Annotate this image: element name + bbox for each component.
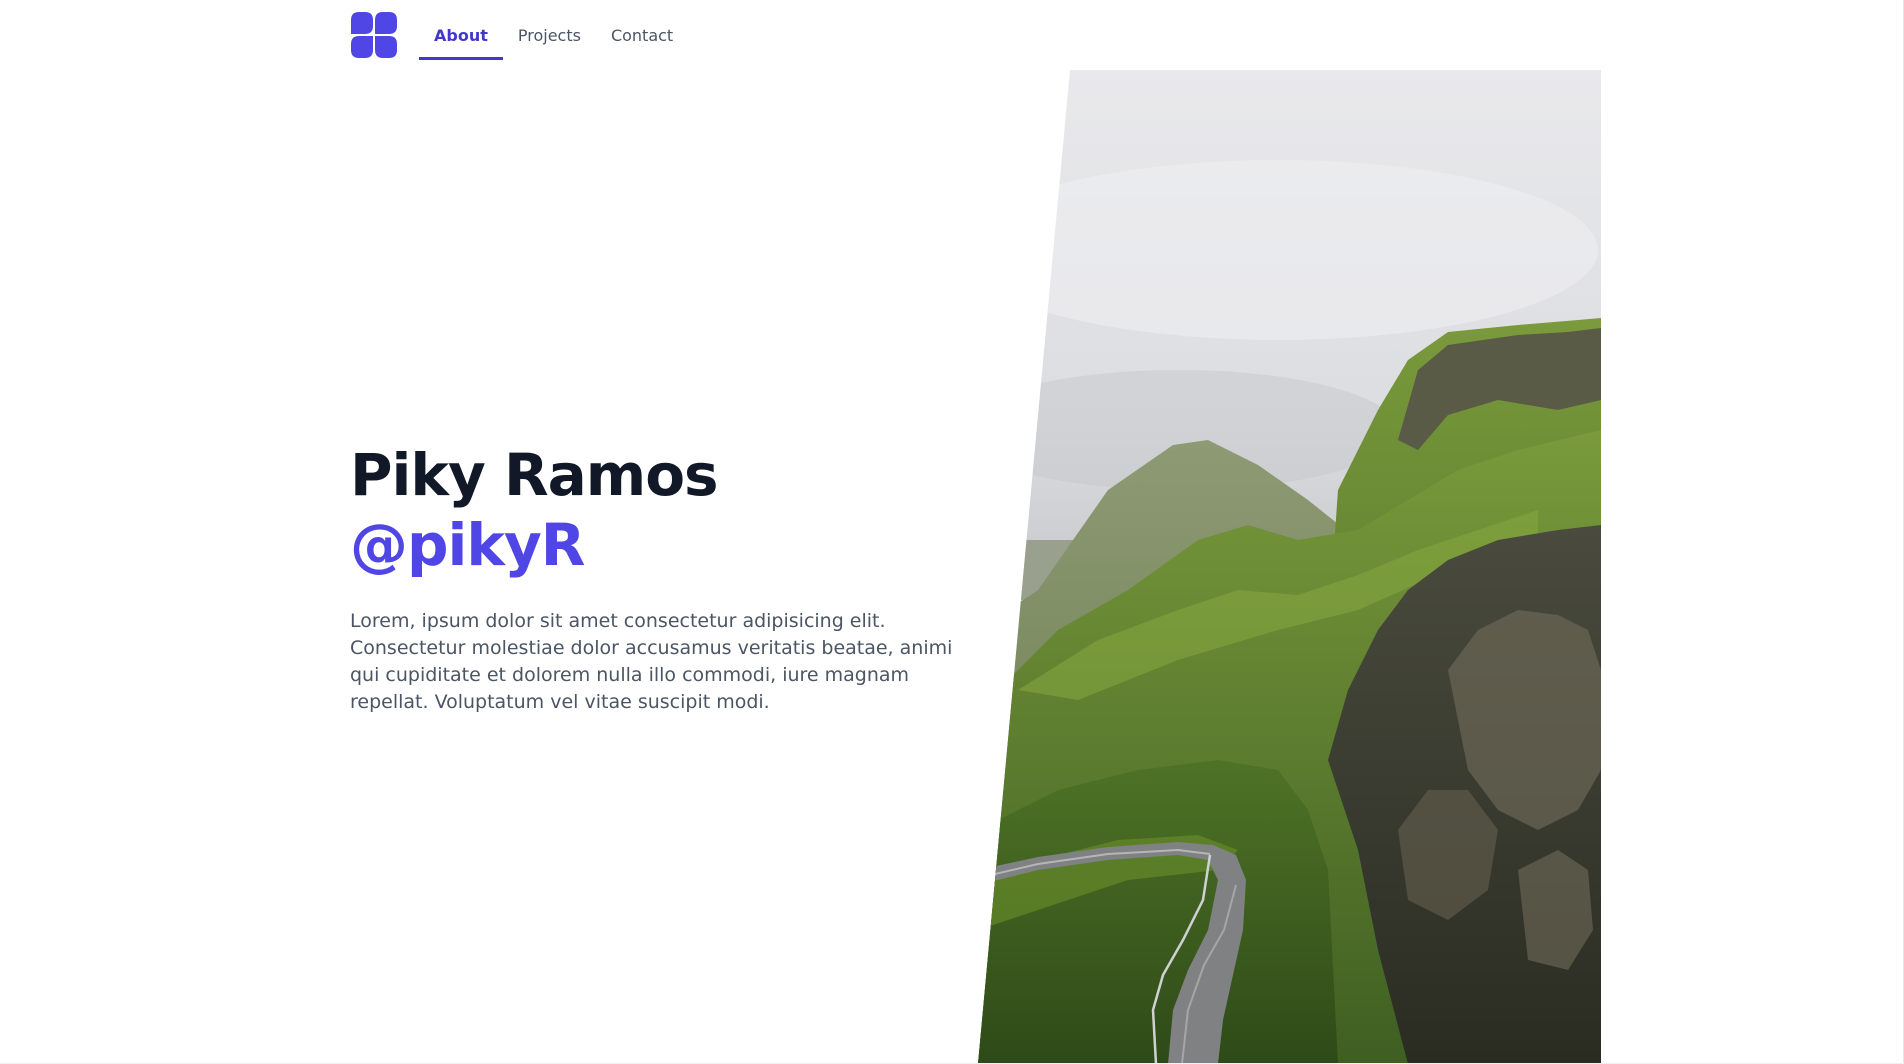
top-navigation: About Projects Contact — [351, 10, 688, 60]
hero-name: Piky Ramos — [350, 441, 719, 509]
hero-intro: Piky Ramos @pikyR Lorem, ipsum dolor sit… — [350, 440, 970, 735]
nav-about[interactable]: About — [419, 10, 503, 60]
four-petal-logo-icon[interactable] — [351, 12, 397, 58]
nav-projects[interactable]: Projects — [503, 10, 596, 60]
hero-handle: @pikyR — [350, 511, 585, 579]
hero-description: Lorem, ipsum dolor sit amet consectetur … — [350, 610, 953, 713]
hero-landscape-image — [978, 70, 1601, 1064]
nav-contact[interactable]: Contact — [596, 10, 688, 60]
landscape-illustration — [978, 70, 1601, 1064]
